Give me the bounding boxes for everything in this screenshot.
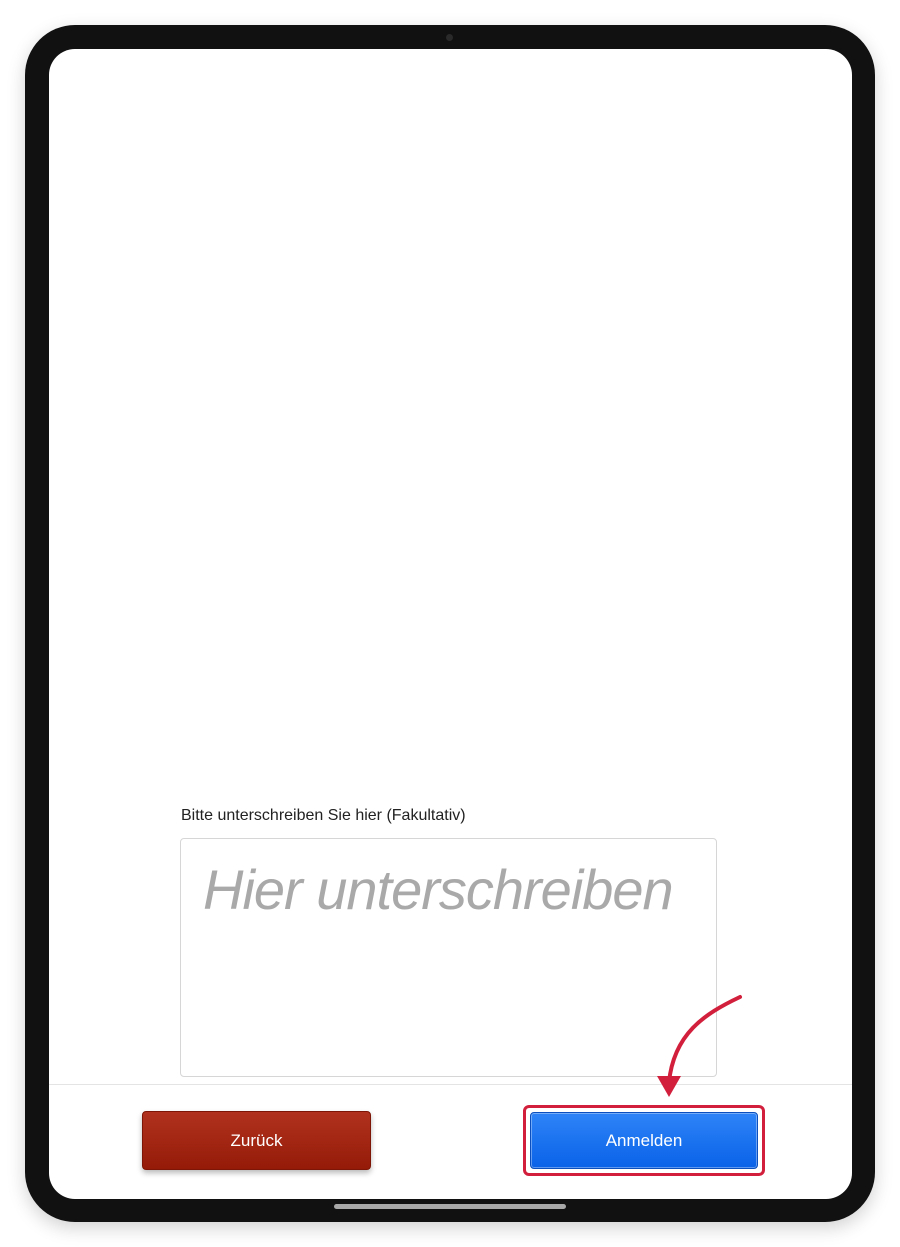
app-screen: Bitte unterschreiben Sie hier (Fakultati… bbox=[49, 49, 852, 1199]
signature-placeholder: Hier unterschreiben bbox=[203, 858, 674, 921]
back-button-label: Zurück bbox=[230, 1130, 283, 1150]
signature-label: Bitte unterschreiben Sie hier (Fakultati… bbox=[181, 807, 466, 824]
back-button[interactable]: Zurück bbox=[142, 1111, 371, 1170]
front-camera bbox=[446, 34, 453, 41]
login-button[interactable]: Anmelden bbox=[530, 1112, 758, 1169]
login-button-label: Anmelden bbox=[605, 1130, 683, 1150]
home-indicator bbox=[334, 1204, 566, 1209]
curved-arrow-down-icon bbox=[657, 995, 742, 1097]
tablet-frame: Bitte unterschreiben Sie hier (Fakultati… bbox=[25, 25, 875, 1222]
